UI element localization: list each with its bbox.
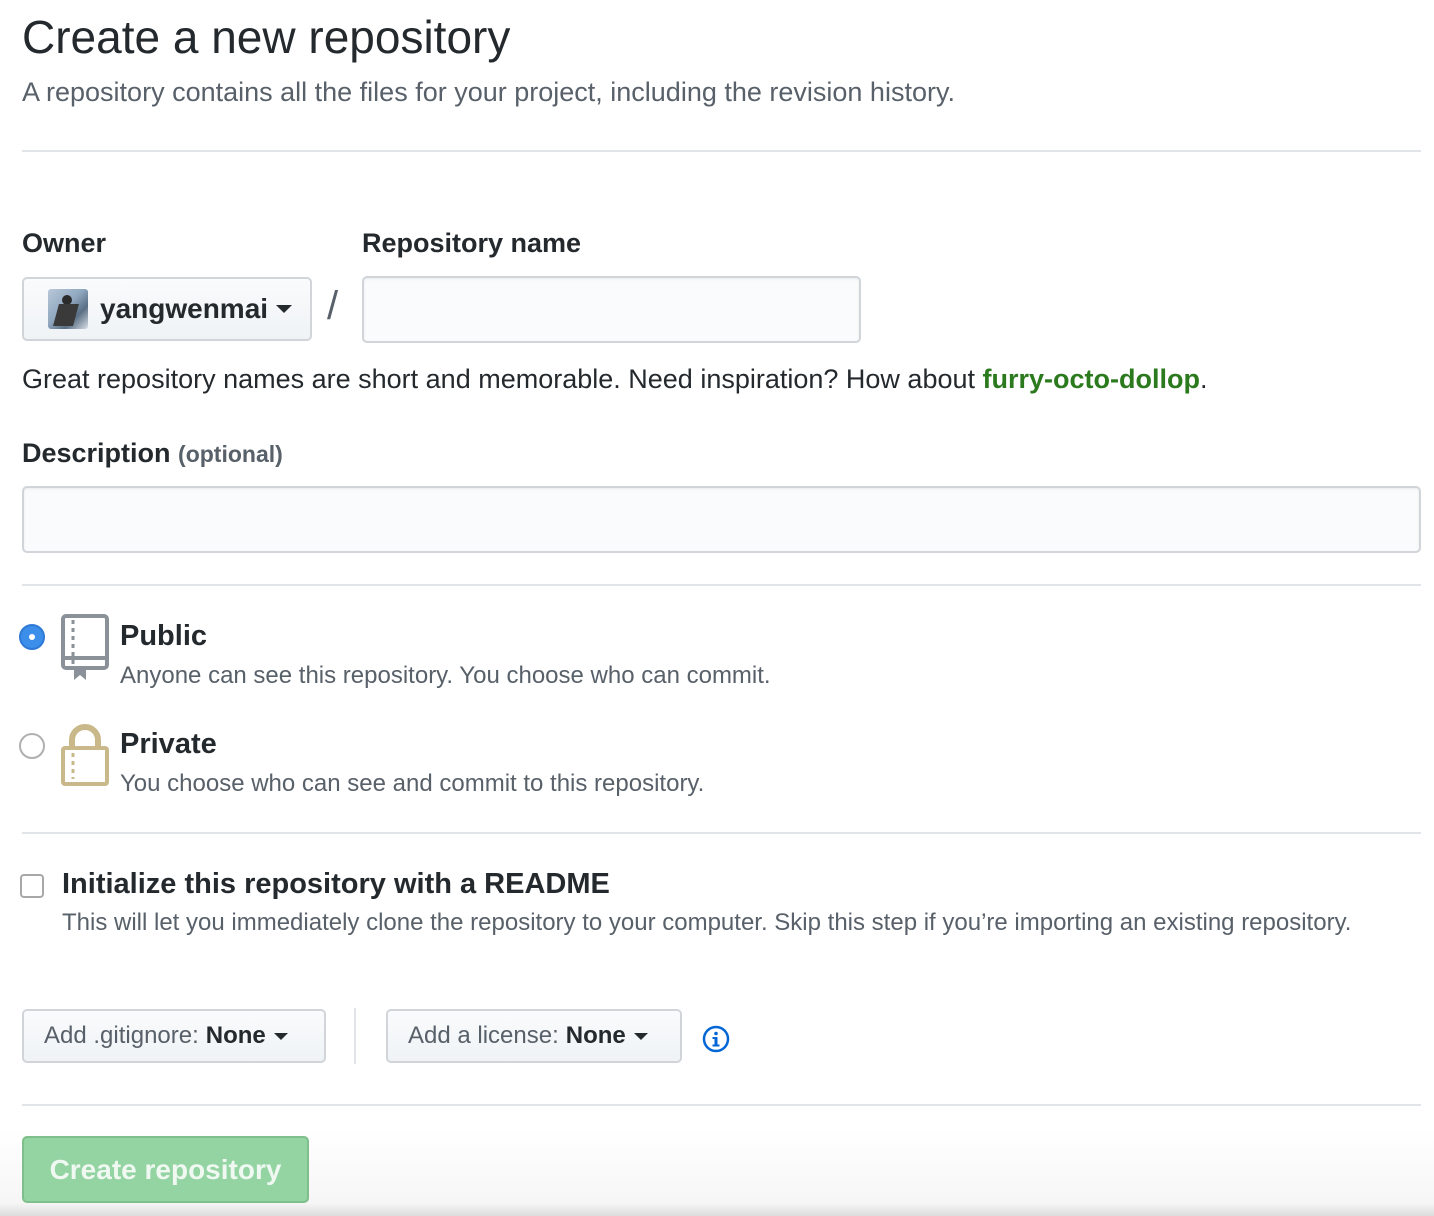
owner-name: yangwenmai <box>100 293 269 324</box>
private-description: You choose who can see and commit to thi… <box>120 770 705 797</box>
gitignore-dropdown[interactable]: Add .gitignore: None <box>22 1009 326 1063</box>
repository-name-input[interactable] <box>362 276 861 343</box>
private-title: Private <box>120 728 217 760</box>
public-title: Public <box>120 620 208 652</box>
readme-description: This will let you immediately clone the … <box>62 909 1352 936</box>
info-icon[interactable] <box>702 1025 730 1053</box>
name-hint: Great repository names are short and mem… <box>22 364 1207 395</box>
lock-icon <box>61 724 109 786</box>
readme-title: Initialize this repository with a README <box>62 868 610 900</box>
license-dropdown[interactable]: Add a license: None <box>386 1009 682 1063</box>
name-suggestion-link[interactable]: furry-octo-dollop <box>983 364 1200 394</box>
license-value: None <box>565 1022 626 1049</box>
chevron-down-icon <box>633 1032 648 1040</box>
name-hint-suffix: . <box>1199 364 1208 394</box>
owner-repo-separator: / <box>327 284 339 328</box>
readme-checkbox[interactable] <box>20 874 44 898</box>
license-label: Add a license: <box>408 1022 559 1049</box>
gitignore-value: None <box>205 1022 266 1049</box>
owner-label: Owner <box>22 228 107 258</box>
create-repository-button[interactable]: Create repository <box>22 1136 309 1203</box>
avatar <box>48 289 88 329</box>
page-title: Create a new repository <box>22 11 511 63</box>
repo-name-label: Repository name <box>362 228 582 258</box>
gitignore-label: Add .gitignore: <box>44 1022 199 1049</box>
repo-icon <box>61 614 109 680</box>
chevron-down-icon <box>273 1032 288 1040</box>
section-divider <box>22 832 1421 834</box>
description-input[interactable] <box>22 486 1421 553</box>
vertical-divider <box>354 1008 356 1064</box>
description-label-text: Description <box>22 438 171 468</box>
public-radio[interactable] <box>19 624 45 650</box>
description-label: Description (optional) <box>22 438 283 469</box>
private-radio[interactable] <box>19 733 45 759</box>
optional-hint: (optional) <box>178 441 283 467</box>
name-hint-text: Great repository names are short and mem… <box>22 364 983 394</box>
page-subtitle: A repository contains all the files for … <box>22 77 955 107</box>
public-description: Anyone can see this repository. You choo… <box>120 662 771 689</box>
footer-divider <box>22 1104 1421 1106</box>
owner-dropdown[interactable]: yangwenmai <box>22 277 312 341</box>
header-divider <box>22 150 1421 152</box>
section-divider <box>22 584 1421 586</box>
chevron-down-icon <box>276 305 293 313</box>
